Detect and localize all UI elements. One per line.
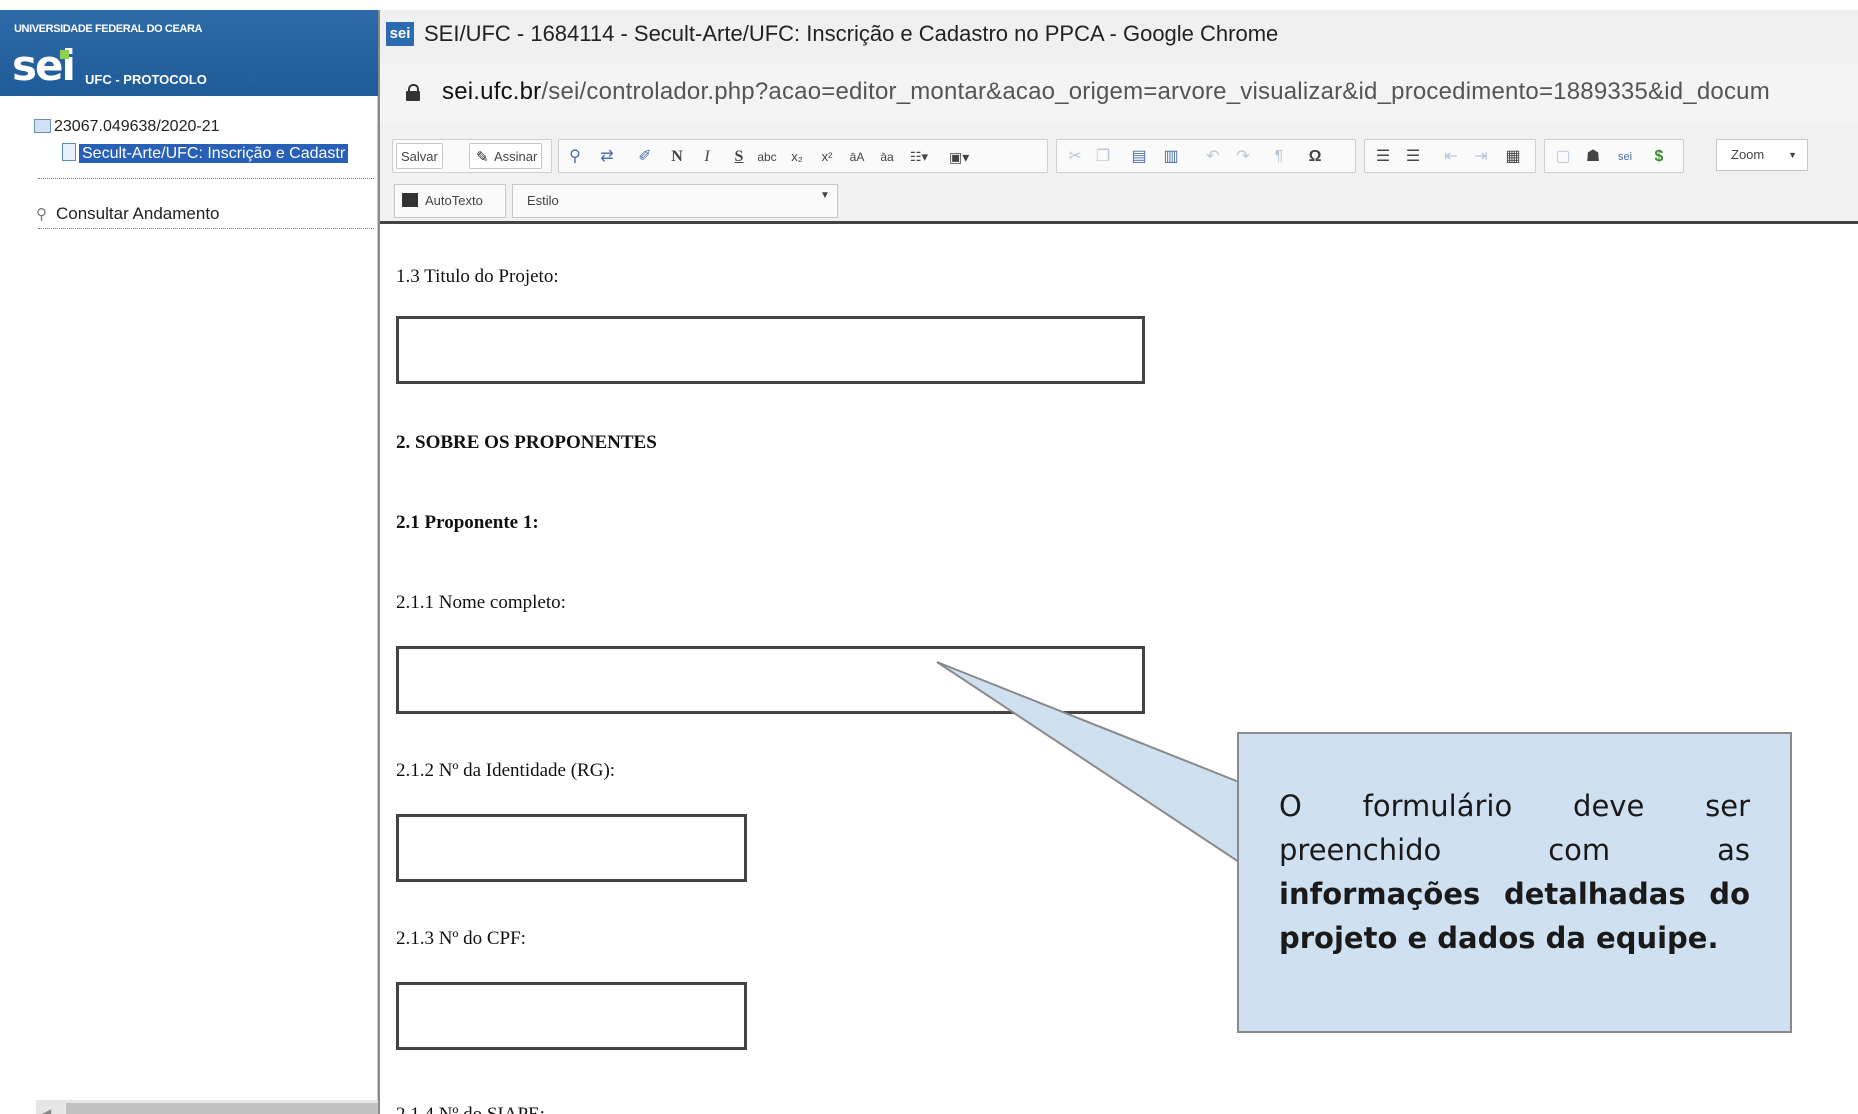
bullet-list-icon[interactable]: ☰: [1403, 147, 1423, 167]
lock-icon: [406, 84, 420, 101]
cpf-label: 2.1.3 Nº do CPF:: [396, 928, 526, 949]
cpf-field[interactable]: [396, 982, 747, 1050]
consult-label[interactable]: Consultar Andamento: [56, 204, 220, 223]
format-icon[interactable]: ☷▾: [909, 147, 929, 167]
proponent-heading: 2.1 Proponente 1:: [396, 512, 539, 533]
style-select[interactable]: Estilo: [512, 184, 838, 218]
font-color-icon[interactable]: āA: [847, 147, 867, 167]
section-heading: 2. SOBRE OS PROPONENTES: [396, 432, 657, 453]
url-text[interactable]: sei.ufc.br/sei/controlador.php?acao=edit…: [442, 78, 1770, 106]
window-title: SEI/UFC - 1684114 - Secult-Arte/UFC: Ins…: [424, 21, 1279, 46]
save-button[interactable]: Salvar: [396, 143, 443, 169]
address-bar[interactable]: sei.ufc.br/sei/controlador.php?acao=edit…: [380, 64, 1858, 124]
replace-icon[interactable]: ⇄: [597, 147, 617, 167]
italic-icon[interactable]: I: [697, 147, 717, 167]
omega-icon[interactable]: Ω: [1305, 147, 1325, 167]
chevron-down-icon: ▼: [1788, 150, 1797, 160]
unit-name: UFC - PROTOCOLO: [85, 72, 207, 87]
superscript-icon[interactable]: x²: [817, 147, 837, 167]
image-icon[interactable]: ▣▾: [949, 147, 969, 167]
url-path: /sei/controlador.php?acao=editor_montar&…: [541, 78, 1770, 105]
consult-andamento-link[interactable]: ⚲ Consultar Andamento: [36, 204, 220, 224]
subscript-icon[interactable]: x₂: [787, 147, 807, 167]
project-title-label: 1.3 Titulo do Projeto:: [396, 266, 559, 287]
highlight-icon[interactable]: āa: [877, 147, 897, 167]
dollar-icon[interactable]: $: [1649, 147, 1669, 167]
url-domain: sei.ufc.br: [442, 78, 542, 105]
autotext-icon: [402, 193, 418, 207]
toolbar-group-format: ⚲ ⇄ ✐ N I S abc x₂ x² āA āa ☷▾ ▣▾: [558, 139, 1048, 173]
process-number[interactable]: 23067.049638/2020-21: [54, 118, 220, 135]
rg-label: 2.1.2 Nº da Identidade (RG):: [396, 760, 616, 781]
strikethrough-icon[interactable]: abc: [757, 147, 777, 167]
project-title-field[interactable]: [396, 316, 1145, 384]
cut-icon[interactable]: ✂: [1065, 147, 1085, 167]
callout-text-bold: informações detalhadas do projeto e dado…: [1279, 877, 1750, 955]
paragraph-icon[interactable]: ¶: [1269, 147, 1289, 167]
copy-icon[interactable]: ❐: [1093, 147, 1113, 167]
sei-link-icon[interactable]: sei: [1615, 147, 1635, 167]
numbered-list-icon[interactable]: ☰: [1373, 147, 1393, 167]
siape-label: 2.1.4 Nº do SIAPE:: [396, 1104, 545, 1114]
callout-box: O formulário deve ser preenchido com as …: [1237, 732, 1792, 1033]
toolbar-group-lists: ☰ ☰ ⇤ ⇥ ▦: [1364, 139, 1536, 173]
indent-icon[interactable]: ⇥: [1471, 147, 1491, 167]
strike-icon[interactable]: S: [729, 147, 749, 167]
sign-label: Assinar: [494, 149, 538, 164]
person-icon[interactable]: ☗: [1583, 147, 1603, 167]
rg-field[interactable]: [396, 814, 747, 882]
window-title-bar[interactable]: sei SEI/UFC - 1684114 - Secult-Arte/UFC:…: [380, 10, 1858, 64]
callout-text-regular: O formulário deve ser preenchido com as: [1279, 789, 1750, 867]
screen: UNIVERSIDADE FEDERAL DO CEARA sei UFC - …: [0, 0, 1858, 1114]
template-icon[interactable]: ▢: [1553, 147, 1573, 167]
find-icon[interactable]: ⚲: [565, 147, 585, 167]
table-icon[interactable]: ▦: [1503, 147, 1523, 167]
toolbar-group-sei: ▢ ☗ sei $: [1544, 139, 1684, 173]
redo-icon[interactable]: ↷: [1233, 147, 1253, 167]
chevron-down-icon[interactable]: ▼: [820, 190, 830, 201]
zoom-label: Zoom: [1731, 147, 1765, 162]
toolbar-group-insert: ✂ ❐ ▤ ▥ ↶ ↷ ¶ Ω: [1056, 139, 1356, 173]
zoom-dropdown[interactable]: Zoom ▼: [1716, 139, 1808, 171]
pen-icon: ✎: [476, 149, 489, 166]
paste-text-icon[interactable]: ▤: [1129, 147, 1149, 167]
bold-icon[interactable]: N: [667, 147, 687, 167]
toolbar-group-document: Salvar Assinar ✎: [392, 139, 552, 173]
full-name-field[interactable]: [396, 646, 1145, 714]
eraser-icon[interactable]: ✐: [635, 147, 655, 167]
sei-tree-panel: UNIVERSIDADE FEDERAL DO CEARA sei UFC - …: [0, 10, 378, 1114]
document-icon: [62, 143, 76, 161]
sei-logo-dot: [60, 50, 69, 59]
tree-item-document[interactable]: Secult-Arte/UFC: Inscrição e Cadastr: [62, 143, 349, 163]
scroll-left-icon[interactable]: ◀: [42, 1106, 51, 1114]
callout-text: O formulário deve ser preenchido com as …: [1279, 784, 1750, 960]
sei-header: UNIVERSIDADE FEDERAL DO CEARA sei UFC - …: [0, 10, 378, 96]
undo-icon[interactable]: ↶: [1203, 147, 1223, 167]
full-name-label: 2.1.1 Nome completo:: [396, 592, 566, 613]
editor-toolbar: Salvar Assinar ✎ ⚲ ⇄ ✐ N I S abc x₂ x² ā…: [380, 124, 1858, 224]
paste-word-icon[interactable]: ▥: [1161, 147, 1181, 167]
university-name: UNIVERSIDADE FEDERAL DO CEARA: [14, 23, 203, 35]
scrollbar-thumb[interactable]: [66, 1103, 378, 1114]
tree-item-process[interactable]: 23067.049638/2020-21: [34, 118, 220, 136]
key-icon: ⚲: [36, 206, 47, 223]
tree-divider: [38, 228, 374, 229]
folder-icon: [34, 119, 51, 133]
outdent-icon[interactable]: ⇤: [1441, 147, 1461, 167]
document-title[interactable]: Secult-Arte/UFC: Inscrição e Cadastr: [79, 144, 349, 163]
tree-divider: [38, 178, 374, 179]
sei-favicon-icon: sei: [386, 22, 414, 46]
